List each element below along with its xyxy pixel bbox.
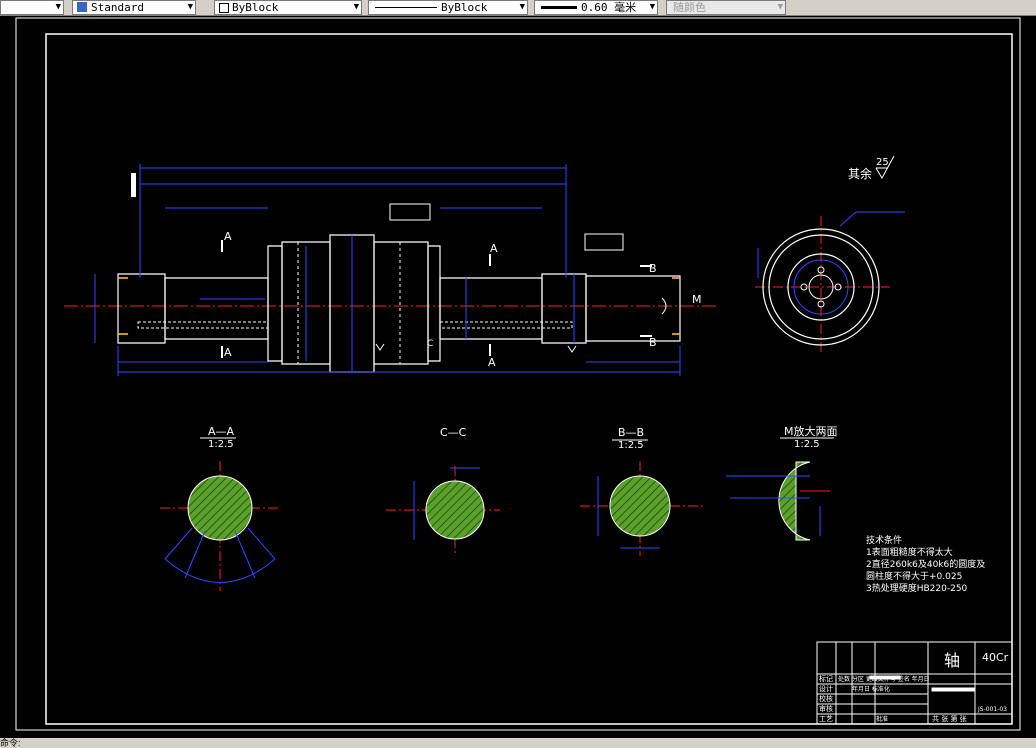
section-aa-title: A—A bbox=[208, 425, 235, 438]
command-line[interactable]: 命令: bbox=[0, 738, 1036, 748]
tech-notes-heading: 技术条件 bbox=[866, 534, 902, 546]
roughness-note-label: 其余 bbox=[848, 166, 872, 181]
textstyle-combo[interactable]: Standard ▼ bbox=[72, 0, 196, 15]
section-bb-view bbox=[580, 439, 705, 556]
lineweight-value: 0.60 毫米 bbox=[581, 1, 637, 14]
section-cut-a2-top: A bbox=[490, 242, 498, 255]
detail-label-m: M bbox=[692, 293, 702, 306]
title-row-extra: 年月日 标准化 bbox=[852, 685, 890, 693]
layer-combo[interactable]: ByBlock ▼ bbox=[214, 0, 362, 15]
title-row-label: 审核 bbox=[819, 704, 833, 713]
linetype-combo[interactable]: ByBlock ▼ bbox=[368, 0, 528, 15]
lineweight-combo[interactable]: 0.60 毫米 ▼ bbox=[534, 0, 658, 15]
command-prompt: 命令: bbox=[0, 738, 21, 748]
drawing-canvas[interactable]: A A A A B B C M 其余 25 A—A 1:2.5 C—C B—B … bbox=[0, 16, 1036, 738]
textstyle-value: Standard bbox=[91, 1, 144, 14]
section-m-title: M放大两面 bbox=[784, 424, 838, 438]
chevron-down-icon: ▼ bbox=[649, 2, 655, 12]
chevron-down-icon: ▼ bbox=[55, 2, 61, 12]
linetype-preview bbox=[375, 7, 437, 8]
section-cut-a-top: A bbox=[224, 230, 232, 243]
textstyle-icon bbox=[77, 2, 87, 12]
tech-note-line: 3热处理硬度HB220-250 bbox=[866, 582, 968, 594]
section-m-scale: 1:2.5 bbox=[794, 439, 820, 450]
layer-value: ByBlock bbox=[232, 1, 279, 14]
section-m-view bbox=[726, 437, 834, 541]
title-row-label: 校核 bbox=[819, 694, 833, 703]
chevron-down-icon: ▼ bbox=[187, 2, 193, 12]
section-cc-title: C—C bbox=[440, 426, 467, 439]
linetype-value: ByBlock bbox=[441, 1, 488, 14]
layer-color-swatch bbox=[219, 3, 229, 13]
lineweight-preview bbox=[541, 6, 577, 9]
sheet-count: 共 张 第 张 bbox=[932, 714, 967, 723]
chevron-down-icon: ▼ bbox=[353, 2, 359, 12]
tech-note-line: 圆柱度不得大于+0.025 bbox=[866, 570, 962, 582]
part-name: 轴 bbox=[944, 651, 960, 670]
chevron-down-icon: ▼ bbox=[777, 2, 783, 12]
shaft-main-view bbox=[64, 164, 716, 376]
title-row-label: 标记 bbox=[819, 674, 833, 683]
section-bb-title: B—B bbox=[618, 426, 644, 439]
plotstyle-value: 随颜色 bbox=[673, 1, 706, 14]
title-row-label: 设计 bbox=[819, 684, 833, 693]
section-aa-scale: 1:2.5 bbox=[208, 439, 234, 450]
shaft-end-view bbox=[755, 211, 905, 354]
toolbar-combo-left[interactable]: ▼ bbox=[0, 0, 64, 15]
tech-note-line: 2直径260k6及40k6的圆度及 bbox=[866, 558, 985, 570]
tech-notes: 技术条件 1表面粗糙度不得太大 2直径260k6及40k6的圆度及 圆柱度不得大… bbox=[866, 534, 985, 594]
tech-note-line: 1表面粗糙度不得太大 bbox=[866, 546, 953, 558]
title-row-label: 工艺 bbox=[819, 715, 833, 723]
section-cut-a2-bottom: A bbox=[488, 356, 496, 369]
drawing-inner-frame bbox=[45, 33, 1013, 725]
section-cc-view bbox=[386, 466, 500, 556]
section-aa-view bbox=[160, 437, 280, 591]
title-row-extra: 批准 bbox=[876, 715, 888, 723]
section-cut-b-top: B bbox=[649, 262, 657, 275]
drawing-number: JS-001-03 bbox=[977, 706, 1007, 713]
properties-toolbar: ▼ Standard ▼ ByBlock ▼ ByBlock ▼ 0.60 毫米… bbox=[0, 0, 1036, 16]
part-material: 40Cr bbox=[982, 651, 1009, 664]
section-bb-scale: 1:2.5 bbox=[618, 440, 644, 451]
section-cut-a-bottom: A bbox=[224, 346, 232, 359]
section-cut-b-bottom: B bbox=[649, 336, 657, 349]
plotstyle-combo[interactable]: 随颜色 ▼ bbox=[666, 0, 786, 15]
section-cut-c: C bbox=[427, 339, 433, 349]
drawing-outer-frame bbox=[15, 17, 1021, 731]
roughness-note-value: 25 bbox=[876, 157, 889, 168]
chevron-down-icon: ▼ bbox=[519, 2, 525, 12]
title-row-extra: 处数 分区 更改文件号 签名 年月日 bbox=[838, 675, 930, 683]
